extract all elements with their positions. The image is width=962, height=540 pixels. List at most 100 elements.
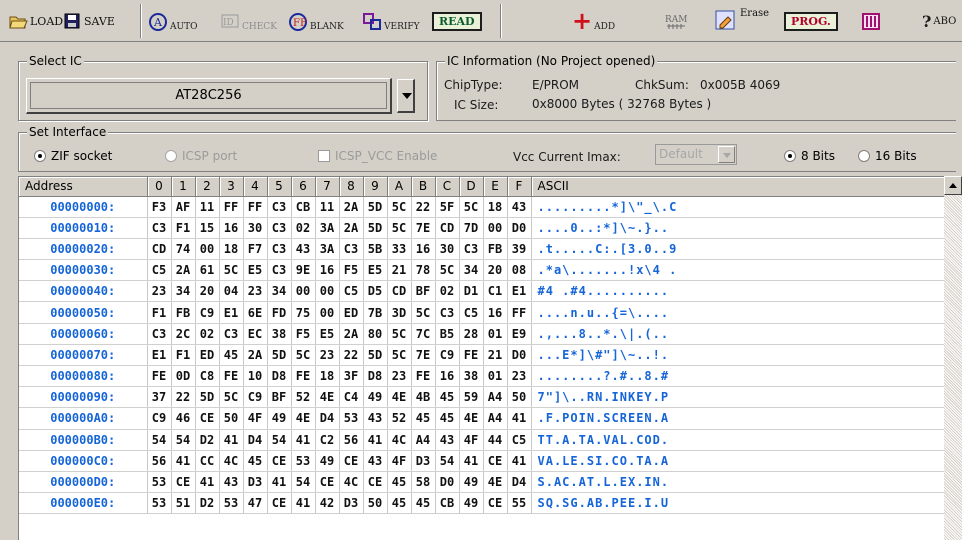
table-row[interactable]: 00000060: C3 2C 02 C3 EC 38 F5 E5 2A 80 5C 7C B5 28 01 E… <box>19 323 944 345</box>
byte-cell[interactable]: 4E <box>291 407 316 430</box>
byte-cell[interactable]: 01 <box>483 323 508 345</box>
byte-cell[interactable]: 7C <box>411 323 436 345</box>
byte-cell[interactable]: 45 <box>243 450 268 472</box>
byte-cell[interactable]: 46 <box>171 407 196 430</box>
byte-cell[interactable]: CE <box>267 492 292 515</box>
byte-cell[interactable]: D0 <box>507 217 532 239</box>
byte-cell[interactable]: 43 <box>291 238 316 261</box>
byte-cell[interactable]: FE <box>291 365 316 388</box>
verify-button[interactable]: VERIFY <box>362 3 420 39</box>
icsp-port-radio[interactable]: ICSP port <box>165 149 237 163</box>
byte-cell[interactable]: 7E <box>411 217 436 239</box>
byte-cell[interactable]: 43 <box>363 450 388 472</box>
byte-cell[interactable]: 41 <box>291 429 316 451</box>
byte-cell[interactable]: 5D <box>195 386 220 409</box>
byte-cell[interactable]: 18 <box>315 365 340 388</box>
byte-cell[interactable]: 23 <box>243 280 268 303</box>
save-button[interactable]: SAVE <box>62 3 115 39</box>
byte-cell[interactable]: FE <box>147 365 172 388</box>
byte-cell[interactable]: 45 <box>411 492 436 515</box>
byte-cell[interactable]: 28 <box>459 323 484 345</box>
byte-cell[interactable]: 23 <box>387 365 412 388</box>
byte-cell[interactable]: 37 <box>147 386 172 409</box>
byte-cell[interactable]: D3 <box>339 492 364 515</box>
byte-cell[interactable]: 04 <box>219 280 244 303</box>
byte-cell[interactable]: 49 <box>267 407 292 430</box>
byte-cell[interactable]: C3 <box>267 196 292 218</box>
byte-cell[interactable]: BF <box>267 386 292 409</box>
ascii-cell[interactable]: ....0..:*]\~.}.. <box>531 217 944 239</box>
byte-cell[interactable]: 5C <box>387 217 412 239</box>
byte-cell[interactable]: 00 <box>483 217 508 239</box>
byte-cell[interactable]: E5 <box>315 323 340 345</box>
byte-cell[interactable]: 50 <box>219 407 244 430</box>
byte-cell[interactable]: A4 <box>411 429 436 451</box>
byte-cell[interactable]: CE <box>483 450 508 472</box>
table-row[interactable]: 00000050: F1 FB C9 E1 6E FD 75 00 ED 7B 3D 5C C3 C5 16 F… <box>19 301 944 324</box>
table-row[interactable]: 000000B0: 54 54 D2 41 D4 54 41 C2 56 41 4C A4 43 4F 44 C… <box>19 429 944 451</box>
byte-cell[interactable]: 4C <box>219 450 244 472</box>
table-row[interactable]: 00000080: FE 0D C8 FE 10 D8 FE 18 3F D8 23 FE 16 38 01 2… <box>19 365 944 388</box>
byte-cell[interactable]: 45 <box>435 386 460 409</box>
byte-cell[interactable]: D8 <box>363 365 388 388</box>
byte-cell[interactable]: CE <box>339 450 364 472</box>
byte-cell[interactable]: 51 <box>171 492 196 515</box>
load-button[interactable]: LOAD <box>8 3 63 39</box>
byte-cell[interactable]: 0D <box>171 365 196 388</box>
byte-cell[interactable]: 18 <box>483 196 508 218</box>
byte-cell[interactable]: CB <box>435 492 460 515</box>
byte-cell[interactable]: 4F <box>243 407 268 430</box>
config-button[interactable] <box>861 3 881 39</box>
byte-cell[interactable]: CE <box>171 471 196 494</box>
byte-cell[interactable]: 5C <box>387 196 412 218</box>
byte-cell[interactable]: C9 <box>243 386 268 409</box>
byte-cell[interactable]: E1 <box>219 301 244 324</box>
byte-cell[interactable]: 23 <box>315 344 340 367</box>
byte-cell[interactable]: C9 <box>435 344 460 367</box>
table-row[interactable]: 000000D0: 53 CE 41 43 D3 41 54 CE 4C CE 45 58 D0 49 4E D… <box>19 471 944 494</box>
byte-cell[interactable]: F3 <box>147 196 172 218</box>
byte-cell[interactable]: 45 <box>387 471 412 494</box>
ascii-cell[interactable]: TT.A.TA.VAL.COD. <box>531 429 944 451</box>
byte-cell[interactable]: 49 <box>459 471 484 494</box>
byte-cell[interactable]: 41 <box>267 471 292 494</box>
byte-cell[interactable]: C3 <box>267 217 292 239</box>
byte-cell[interactable]: EC <box>243 323 268 345</box>
byte-cell[interactable]: 53 <box>147 471 172 494</box>
byte-cell[interactable]: D0 <box>507 344 532 367</box>
byte-cell[interactable]: FB <box>171 301 196 324</box>
byte-cell[interactable]: 41 <box>507 450 532 472</box>
add-button[interactable]: + ADD <box>572 3 615 39</box>
byte-cell[interactable]: C5 <box>339 280 364 303</box>
byte-cell[interactable]: 02 <box>291 217 316 239</box>
byte-cell[interactable]: 5C <box>219 386 244 409</box>
ic-dropdown-button[interactable] <box>397 79 415 113</box>
byte-cell[interactable]: 5C <box>411 301 436 324</box>
ascii-cell[interactable]: #4 .#4.......... <box>531 280 944 303</box>
16-bits-radio[interactable]: 16 Bits <box>858 149 917 163</box>
table-row[interactable]: 00000040: 23 34 20 04 23 34 00 00 C5 D5 CD BF 02 D1 C1 E… <box>19 280 944 303</box>
byte-cell[interactable]: 00 <box>315 301 340 324</box>
zif-socket-radio[interactable]: ZIF socket <box>34 149 112 163</box>
byte-cell[interactable]: 45 <box>219 344 244 367</box>
byte-cell[interactable]: 34 <box>171 280 196 303</box>
byte-cell[interactable]: D4 <box>243 429 268 451</box>
table-row[interactable]: 00000070: E1 F1 ED 45 2A 5D 5C 23 22 5D 5C 7E C9 FE 21 D… <box>19 344 944 367</box>
byte-cell[interactable]: 5D <box>363 196 388 218</box>
byte-cell[interactable]: C5 <box>459 301 484 324</box>
byte-cell[interactable]: F1 <box>171 217 196 239</box>
byte-cell[interactable]: 54 <box>291 471 316 494</box>
byte-cell[interactable]: 7B <box>363 301 388 324</box>
byte-cell[interactable]: 4E <box>483 471 508 494</box>
byte-cell[interactable]: 2A <box>339 196 364 218</box>
byte-cell[interactable]: 30 <box>243 217 268 239</box>
byte-cell[interactable]: 44 <box>483 429 508 451</box>
byte-cell[interactable]: 47 <box>243 492 268 515</box>
ascii-cell[interactable]: ...E*]\#"]\~..!. <box>531 344 944 367</box>
ascii-cell[interactable]: VA.LE.SI.CO.TA.A <box>531 450 944 472</box>
byte-cell[interactable]: 5C <box>459 196 484 218</box>
ascii-cell[interactable]: ........?.#..8.# <box>531 365 944 388</box>
byte-cell[interactable]: 50 <box>507 386 532 409</box>
byte-cell[interactable]: 5C <box>387 344 412 367</box>
byte-cell[interactable]: C3 <box>267 238 292 261</box>
